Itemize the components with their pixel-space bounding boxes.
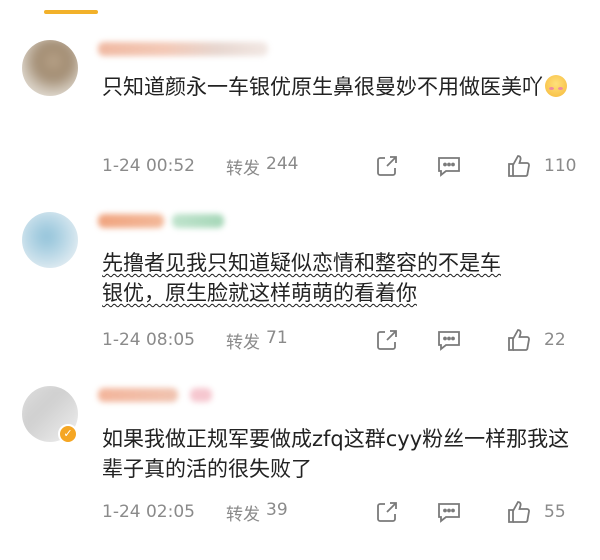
share-icon[interactable] <box>374 327 400 353</box>
thumbs-up-icon <box>508 501 530 523</box>
comment-item: 只知道颜永一车银优原生鼻很曼妙不用做医美吖 1-24 00:52 转发 244 … <box>0 28 600 198</box>
like-count: 22 <box>544 330 566 350</box>
repost-count: 244 <box>266 153 299 174</box>
blush-emoji-icon <box>545 75 567 97</box>
comment-icon[interactable] <box>436 499 462 525</box>
comment-text-line: 银优，原生脸就这样萌萌的看着你 <box>102 281 417 305</box>
like-count: 110 <box>544 156 577 176</box>
comment-text: 如果我做正规军要做成zfq这群cyy粉丝一样那我这辈子真的活的很失败了 <box>102 427 570 481</box>
share-icon[interactable] <box>374 499 400 525</box>
comment-meta: 1-24 02:05 转发 39 55 <box>102 498 580 526</box>
comment-text: 先撸者见我只知道疑似恋情和整容的不是车 银优，原生脸就这样萌萌的看着你 <box>102 248 582 308</box>
verified-badge-icon: ✓ <box>58 424 78 444</box>
comment-time: 1-24 08:05 <box>102 330 195 350</box>
comment-text-line: 先撸者见我只知道疑似恋情和整容的不是车 <box>102 251 501 275</box>
like-button[interactable]: 110 <box>506 153 576 179</box>
thumbs-up-icon <box>508 329 530 351</box>
username-blurred[interactable] <box>98 42 268 56</box>
repost-count: 71 <box>266 327 288 348</box>
thumbs-up-icon <box>508 155 530 177</box>
username-blurred[interactable] <box>98 214 164 228</box>
comment-meta: 1-24 00:52 转发 244 110 <box>102 152 580 180</box>
username-blurred[interactable] <box>98 388 178 402</box>
repost-label: 转发 <box>226 158 260 179</box>
like-button[interactable]: 22 <box>506 327 566 353</box>
comment-icon[interactable] <box>436 327 462 353</box>
comment-meta: 1-24 08:05 转发 71 22 <box>102 326 580 354</box>
like-count: 55 <box>544 502 566 522</box>
comment-time: 1-24 02:05 <box>102 502 195 522</box>
comment-icon[interactable] <box>436 153 462 179</box>
comment-item: ✓ 如果我做正规军要做成zfq这群cyy粉丝一样那我这辈子真的活的很失败了 1-… <box>0 374 600 538</box>
repost-label: 转发 <box>226 504 260 525</box>
share-icon[interactable] <box>374 153 400 179</box>
user-badge-blurred <box>172 214 224 228</box>
like-button[interactable]: 55 <box>506 499 566 525</box>
tab-indicator <box>44 10 98 14</box>
avatar[interactable] <box>22 40 78 96</box>
repost-count: 39 <box>266 499 288 520</box>
user-badge-blurred <box>190 388 212 402</box>
repost-button[interactable]: 转发 71 <box>226 328 366 353</box>
comment-text: 只知道颜永一车银优原生鼻很曼妙不用做医美吖 <box>102 72 582 102</box>
repost-button[interactable]: 转发 244 <box>226 154 366 179</box>
comment-time: 1-24 00:52 <box>102 156 195 176</box>
repost-button[interactable]: 转发 39 <box>226 500 366 525</box>
repost-label: 转发 <box>226 332 260 353</box>
avatar[interactable] <box>22 212 78 268</box>
comment-item: 先撸者见我只知道疑似恋情和整容的不是车 银优，原生脸就这样萌萌的看着你 1-24… <box>0 200 600 372</box>
